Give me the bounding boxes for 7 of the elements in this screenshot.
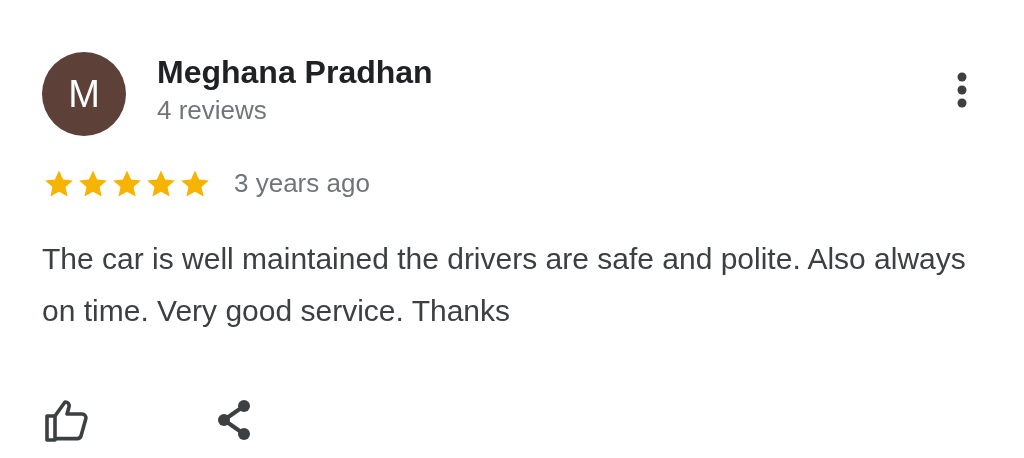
review-count: 4 reviews bbox=[157, 94, 268, 127]
review-text: The car is well maintained the drivers are safe and polite. Also always on time. Very good service. Thanks bbox=[42, 241, 967, 329]
avatar: M bbox=[42, 52, 126, 136]
more-icon bbox=[957, 72, 967, 108]
thumbs-up-icon bbox=[43, 398, 91, 442]
review-time: 3 years ago bbox=[234, 167, 370, 200]
author-name: Meghana Pradhan bbox=[157, 53, 433, 92]
